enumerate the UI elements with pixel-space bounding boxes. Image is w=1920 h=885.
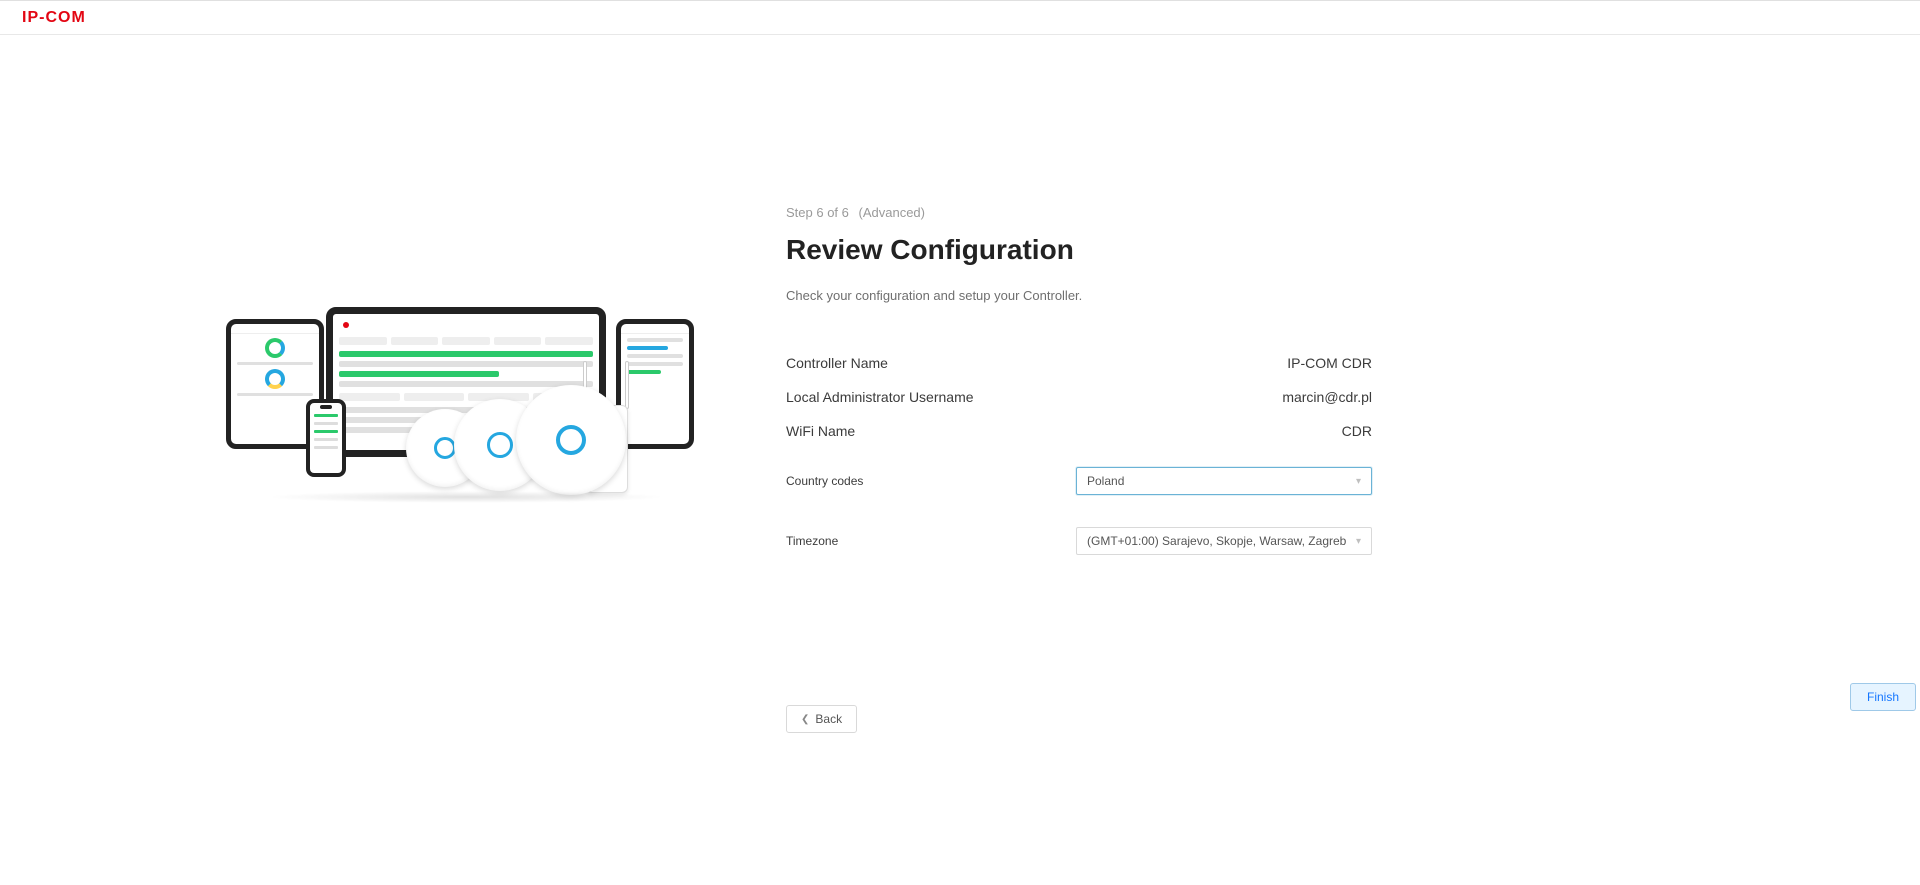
- timezone-value: (GMT+01:00) Sarajevo, Skopje, Warsaw, Za…: [1087, 534, 1346, 548]
- timezone-select[interactable]: (GMT+01:00) Sarajevo, Skopje, Warsaw, Za…: [1076, 527, 1372, 555]
- brand-logo: IP-COM: [22, 9, 86, 27]
- product-illustration: [226, 307, 706, 487]
- country-codes-label: Country codes: [786, 474, 1076, 488]
- row-controller-name: Controller Name IP-COM CDR: [786, 355, 1372, 371]
- back-button[interactable]: ❮ Back: [786, 705, 857, 733]
- country-codes-select[interactable]: Poland ▾: [1076, 467, 1372, 495]
- row-admin-username: Local Administrator Username marcin@cdr.…: [786, 389, 1372, 405]
- app-header: IP-COM: [0, 0, 1920, 35]
- row-wifi-name: WiFi Name CDR: [786, 423, 1372, 439]
- step-advanced: (Advanced): [859, 205, 925, 220]
- timezone-label: Timezone: [786, 534, 1076, 548]
- wifi-value: CDR: [1342, 423, 1372, 439]
- chevron-left-icon: ❮: [801, 714, 809, 725]
- controller-name-value: IP-COM CDR: [1287, 355, 1372, 371]
- chevron-down-icon: ▾: [1356, 476, 1361, 487]
- country-codes-value: Poland: [1087, 474, 1124, 488]
- step-text: Step 6 of 6: [786, 205, 849, 220]
- controller-name-label: Controller Name: [786, 355, 888, 371]
- step-indicator: Step 6 of 6 (Advanced): [786, 205, 1372, 220]
- finish-button[interactable]: Finish: [1850, 683, 1916, 711]
- page-title: Review Configuration: [786, 234, 1372, 266]
- chevron-down-icon: ▾: [1356, 536, 1361, 547]
- page-subtitle: Check your configuration and setup your …: [786, 288, 1372, 303]
- wifi-label: WiFi Name: [786, 423, 855, 439]
- admin-value: marcin@cdr.pl: [1282, 389, 1372, 405]
- back-button-label: Back: [815, 712, 842, 726]
- finish-button-label: Finish: [1867, 690, 1899, 704]
- admin-label: Local Administrator Username: [786, 389, 974, 405]
